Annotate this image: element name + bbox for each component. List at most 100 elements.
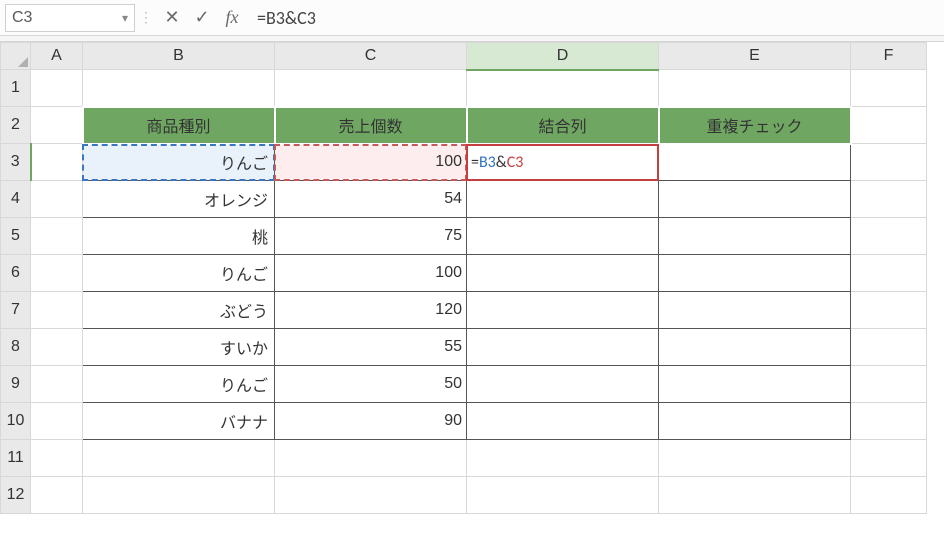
row-header-11[interactable]: 11 [1, 440, 31, 477]
cell[interactable] [659, 329, 851, 366]
table-header[interactable]: 結合列 [467, 107, 659, 144]
cell[interactable] [31, 477, 83, 514]
cell[interactable]: 50 [275, 366, 467, 403]
cell[interactable] [467, 366, 659, 403]
cell[interactable] [31, 403, 83, 440]
name-box[interactable]: C3 ▾ [5, 4, 135, 32]
cell-C3[interactable]: 100 [275, 144, 467, 181]
cell[interactable] [31, 255, 83, 292]
cell[interactable] [467, 292, 659, 329]
cell[interactable] [467, 440, 659, 477]
cell[interactable] [467, 329, 659, 366]
cell[interactable] [659, 70, 851, 107]
cell[interactable] [83, 477, 275, 514]
cell[interactable] [659, 144, 851, 181]
cell[interactable]: バナナ [83, 403, 275, 440]
cell[interactable] [31, 218, 83, 255]
cell[interactable] [31, 181, 83, 218]
cell[interactable] [659, 477, 851, 514]
cell[interactable] [275, 70, 467, 107]
table-header[interactable]: 商品種別 [83, 107, 275, 144]
col-header-A[interactable]: A [31, 43, 83, 70]
cell[interactable] [659, 292, 851, 329]
row-header-9[interactable]: 9 [1, 366, 31, 403]
cell[interactable] [31, 144, 83, 181]
cell[interactable] [851, 329, 927, 366]
cell[interactable]: オレンジ [83, 181, 275, 218]
cell[interactable] [31, 329, 83, 366]
cell[interactable] [851, 218, 927, 255]
col-header-E[interactable]: E [659, 43, 851, 70]
col-header-D[interactable]: D [467, 43, 659, 70]
cell[interactable] [851, 403, 927, 440]
cell[interactable]: 100 [275, 255, 467, 292]
cell[interactable] [851, 366, 927, 403]
cell[interactable]: 桃 [83, 218, 275, 255]
cell[interactable] [851, 292, 927, 329]
cell[interactable] [31, 292, 83, 329]
cell[interactable] [659, 403, 851, 440]
col-header-B[interactable]: B [83, 43, 275, 70]
cell[interactable] [83, 440, 275, 477]
cell-B3[interactable]: りんご [83, 144, 275, 181]
cell[interactable]: 54 [275, 181, 467, 218]
cell[interactable] [659, 366, 851, 403]
formula-bar: C3 ▾ ⋮ ✕ ✓ fx =B3&C3 [0, 0, 944, 36]
cell[interactable] [851, 144, 927, 181]
cell[interactable] [467, 255, 659, 292]
cell[interactable] [467, 403, 659, 440]
table-header[interactable]: 重複チェック [659, 107, 851, 144]
row-header-6[interactable]: 6 [1, 255, 31, 292]
cell[interactable] [659, 440, 851, 477]
select-all-corner[interactable] [1, 43, 31, 70]
row-header-8[interactable]: 8 [1, 329, 31, 366]
cell[interactable] [851, 181, 927, 218]
cell[interactable]: 90 [275, 403, 467, 440]
cell[interactable] [31, 70, 83, 107]
fx-icon[interactable]: fx [217, 4, 247, 32]
cell[interactable] [659, 218, 851, 255]
cell[interactable] [851, 477, 927, 514]
cell[interactable]: りんご [83, 366, 275, 403]
cell[interactable] [467, 181, 659, 218]
cell[interactable] [851, 255, 927, 292]
row-header-7[interactable]: 7 [1, 292, 31, 329]
cell[interactable] [659, 255, 851, 292]
cell[interactable] [275, 477, 467, 514]
table-header[interactable]: 売上個数 [275, 107, 467, 144]
cell[interactable] [467, 70, 659, 107]
cell-D3-editing[interactable]: =B3&C3 [467, 144, 659, 181]
cell[interactable] [851, 70, 927, 107]
cell[interactable]: ぶどう [83, 292, 275, 329]
cell[interactable] [31, 440, 83, 477]
name-box-dropdown-icon[interactable]: ▾ [122, 11, 128, 25]
row-header-4[interactable]: 4 [1, 181, 31, 218]
row-header-1[interactable]: 1 [1, 70, 31, 107]
cell[interactable] [467, 477, 659, 514]
row-header-10[interactable]: 10 [1, 403, 31, 440]
spreadsheet-grid[interactable]: A B C D E F 1 2 商品種別 売上個数 結合列 重複チェック [0, 42, 944, 541]
cell[interactable] [31, 107, 83, 144]
cell[interactable]: りんご [83, 255, 275, 292]
row-header-2[interactable]: 2 [1, 107, 31, 144]
cell[interactable] [275, 440, 467, 477]
cell[interactable]: すいか [83, 329, 275, 366]
enter-icon[interactable]: ✓ [187, 4, 217, 32]
formula-input[interactable]: =B3&C3 [247, 4, 939, 32]
cancel-icon[interactable]: ✕ [157, 4, 187, 32]
cell[interactable] [851, 107, 927, 144]
cell[interactable]: 120 [275, 292, 467, 329]
cell[interactable] [659, 181, 851, 218]
row-header-5[interactable]: 5 [1, 218, 31, 255]
cell[interactable] [851, 440, 927, 477]
cell[interactable] [83, 70, 275, 107]
row-header-12[interactable]: 12 [1, 477, 31, 514]
col-header-C[interactable]: C [275, 43, 467, 70]
formula-eq: = [471, 153, 479, 172]
cell[interactable]: 55 [275, 329, 467, 366]
row-header-3[interactable]: 3 [1, 144, 31, 181]
col-header-F[interactable]: F [851, 43, 927, 70]
cell[interactable] [31, 366, 83, 403]
cell[interactable] [467, 218, 659, 255]
cell[interactable]: 75 [275, 218, 467, 255]
